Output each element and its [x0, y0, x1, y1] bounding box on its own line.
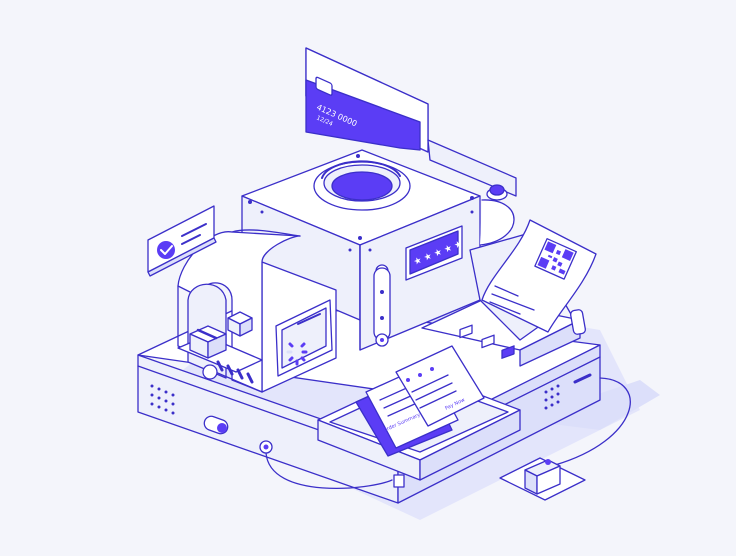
coin-bowl [313, 160, 411, 211]
usb-socket [393, 474, 405, 488]
box-icon-small [227, 311, 253, 337]
crank-handle[interactable] [373, 264, 391, 347]
isometric-payment-machine-illustration: Order Summary Pay Now ★ ★ ★ ★ ★ 4123 000… [0, 0, 736, 552]
credit-card: 4123 0000 12/24 [305, 47, 429, 153]
illustration-canvas: Order Summary Pay Now ★ ★ ★ ★ ★ 4123 000… [137, 47, 660, 520]
front-port [259, 440, 273, 454]
